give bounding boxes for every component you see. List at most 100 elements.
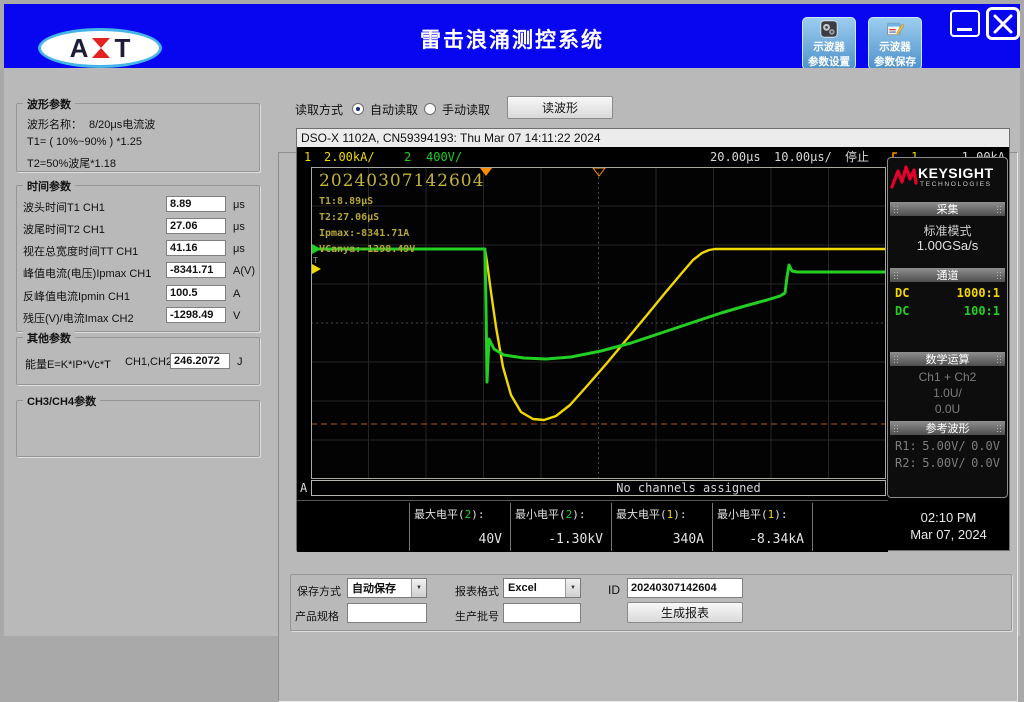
ch1-row: DC1000:1 bbox=[888, 286, 1007, 300]
ch1-number: 1 bbox=[304, 147, 311, 167]
measurement-strip: 最大电平(2): 40V 最小电平(2): -1.30kV 最大电平(1): 3… bbox=[297, 500, 888, 552]
overlay-ipmax: Ipmax:-8341.71A bbox=[319, 228, 484, 239]
record-id-overlay: 20240307142604 bbox=[319, 171, 484, 191]
chevron-down-icon: ▼ bbox=[565, 579, 580, 597]
auto-read-label[interactable]: 自动读取 bbox=[370, 101, 418, 118]
acquire-section-header[interactable]: 采集 bbox=[890, 202, 1005, 216]
product-spec-label: 产品规格 bbox=[295, 608, 339, 624]
math-scale: 1.0U/ bbox=[888, 386, 1007, 400]
energy-input[interactable] bbox=[170, 353, 230, 369]
manual-read-label[interactable]: 手动读取 bbox=[442, 101, 490, 118]
ch2-scale: 400V/ bbox=[426, 147, 462, 167]
keysight-logo: KEYSIGHT TECHNOLOGIES bbox=[888, 160, 1007, 198]
auto-read-radio[interactable] bbox=[352, 100, 364, 118]
overlay-t1: T1:8.89μS bbox=[319, 196, 484, 207]
report-format-select[interactable]: Excel ▼ bbox=[503, 578, 581, 598]
ref1-row: R1:5.00V/0.0V bbox=[888, 439, 1007, 453]
time-params-group: 时间参数 波头时间T1 CH1 μs 波尾时间T2 CH1 μs 视在总宽度时间… bbox=[16, 185, 260, 332]
ipmin-input[interactable] bbox=[166, 285, 226, 301]
report-format-label: 报表格式 bbox=[455, 583, 499, 599]
ipmin-unit: A bbox=[233, 288, 240, 300]
scope-date: Mar 07, 2024 bbox=[889, 526, 1008, 543]
math-expression: Ch1 + Ch2 bbox=[888, 370, 1007, 384]
overlay-vcanya: VCanya:-1298.49V bbox=[319, 244, 484, 255]
tt-input[interactable] bbox=[166, 240, 226, 256]
minimize-icon bbox=[957, 28, 972, 31]
scope-time: 02:10 PM bbox=[889, 509, 1008, 526]
other-params-title: 其他参数 bbox=[23, 330, 75, 346]
read-mode-label: 读取方式 bbox=[295, 101, 343, 118]
scope-save-button[interactable]: 示波器 参数保存 bbox=[868, 17, 922, 70]
report-format-value: Excel bbox=[508, 582, 537, 594]
energy-channels-label: CH1,CH2 bbox=[125, 356, 172, 368]
save-mode-select[interactable]: 自动保存 ▼ bbox=[347, 578, 427, 598]
measurement-value: -1.30kV bbox=[548, 532, 603, 547]
imax-input[interactable] bbox=[166, 307, 226, 323]
ch2-number: 2 bbox=[404, 147, 411, 167]
math-offset: 0.0U bbox=[888, 402, 1007, 416]
acquire-mode: 标准模式 bbox=[888, 222, 1007, 239]
measurement-value: -8.34kA bbox=[749, 532, 804, 547]
energy-formula-label: 能量E=K*IP*Vc*T bbox=[25, 356, 111, 372]
scope-settings-button[interactable]: 示波器 参数设置 bbox=[802, 17, 856, 70]
measurement-min-ch2: 最小电平(2): -1.30kV bbox=[510, 503, 611, 551]
math-section-header[interactable]: 数学运算 bbox=[890, 352, 1005, 366]
ipmax-input[interactable] bbox=[166, 262, 226, 278]
keysight-brand: KEYSIGHT bbox=[918, 165, 994, 181]
measurement-value: 340A bbox=[673, 532, 704, 547]
waveform-name-value: 8/20μs电流波 bbox=[89, 116, 155, 132]
t1-formula: T1= ( 10%~90% ) *1.25 bbox=[27, 136, 142, 148]
record-id-input[interactable] bbox=[627, 578, 743, 598]
close-button[interactable] bbox=[986, 7, 1020, 40]
scope-clock: 02:10 PM Mar 07, 2024 bbox=[889, 501, 1008, 550]
chevron-down-icon: ▼ bbox=[411, 579, 426, 597]
product-spec-input[interactable] bbox=[347, 603, 427, 623]
reference-section-header[interactable]: 参考波形 bbox=[890, 421, 1005, 435]
sample-rate: 1.00GSa/s bbox=[888, 238, 1007, 253]
time-params-title: 时间参数 bbox=[23, 178, 75, 194]
measurement-max-ch2: 最大电平(2): 40V bbox=[409, 503, 510, 551]
time-param-label: 残压(V)/电流Imax CH2 bbox=[23, 310, 134, 326]
measurement-overlay: 20240307142604 T1:8.89μS T2:27.06μS Ipma… bbox=[319, 171, 484, 255]
minimize-button[interactable] bbox=[950, 10, 980, 37]
generate-report-button[interactable]: 生成报表 bbox=[627, 602, 743, 623]
measurement-max-ch1: 最大电平(1): 340A bbox=[611, 503, 712, 551]
scope-model-bar: DSO-X 1102A, CN59394193: Thu Mar 07 14:1… bbox=[297, 129, 1009, 147]
overlay-t2: T2:27.06μS bbox=[319, 212, 484, 223]
t1-input[interactable] bbox=[166, 196, 226, 212]
keysight-technologies: TECHNOLOGIES bbox=[920, 181, 992, 188]
title-bar: A T 雷击浪涌测控系统 示波器 参数设置 示波器 参数保存 bbox=[4, 4, 1020, 68]
ch34-params-group: CH3/CH4参数 bbox=[16, 400, 260, 457]
keysight-spark-icon bbox=[890, 163, 918, 193]
t2-input[interactable] bbox=[166, 218, 226, 234]
close-icon bbox=[992, 13, 1014, 35]
ch1-scale: 2.00kA/ bbox=[324, 147, 375, 167]
save-mode-label: 保存方式 bbox=[297, 583, 341, 599]
time-range: 20.00µs bbox=[710, 147, 761, 167]
radio-selected-icon bbox=[352, 103, 364, 115]
ipmax-unit: A(V) bbox=[233, 265, 255, 277]
waveform-graticule: T 20240307142604 T1:8.89μS T2:27.06μS Ip… bbox=[311, 167, 886, 479]
measurement-min-ch1: 最小电平(1): -8.34kA bbox=[712, 503, 813, 551]
waveform-params-group: 波形参数 波形名称： 8/20μs电流波 T1= ( 10%~90% ) *1.… bbox=[16, 103, 260, 172]
ref2-row: R2:5.00V/0.0V bbox=[888, 456, 1007, 470]
measurement-value: 40V bbox=[479, 532, 502, 547]
scope-settings-label-1: 示波器 bbox=[813, 39, 845, 54]
waveform-params-title: 波形参数 bbox=[23, 96, 75, 112]
gear-icon bbox=[818, 20, 840, 38]
batch-number-input[interactable] bbox=[503, 603, 581, 623]
time-param-label: 波尾时间T2 CH1 bbox=[23, 221, 105, 237]
channels-section-header[interactable]: 通道 bbox=[890, 268, 1005, 282]
imax-unit: V bbox=[233, 310, 240, 322]
time-param-label: 反峰值电流Ipmin CH1 bbox=[23, 288, 130, 304]
read-waveform-button[interactable]: 读波形 bbox=[507, 96, 613, 119]
time-param-label: 峰值电流(电压)Ipmax CH1 bbox=[23, 265, 151, 281]
waveform-name-label: 波形名称： bbox=[27, 116, 82, 132]
scope-settings-label-2: 参数设置 bbox=[808, 54, 850, 69]
time-param-label: 波头时间T1 CH1 bbox=[23, 199, 105, 215]
t1-unit: μs bbox=[233, 199, 245, 211]
svg-text:T: T bbox=[313, 256, 318, 265]
time-param-label: 视在总宽度时间TT CH1 bbox=[23, 243, 138, 259]
other-params-group: 其他参数 能量E=K*IP*Vc*T CH1,CH2 J bbox=[16, 337, 260, 385]
manual-read-radio[interactable] bbox=[424, 100, 436, 118]
